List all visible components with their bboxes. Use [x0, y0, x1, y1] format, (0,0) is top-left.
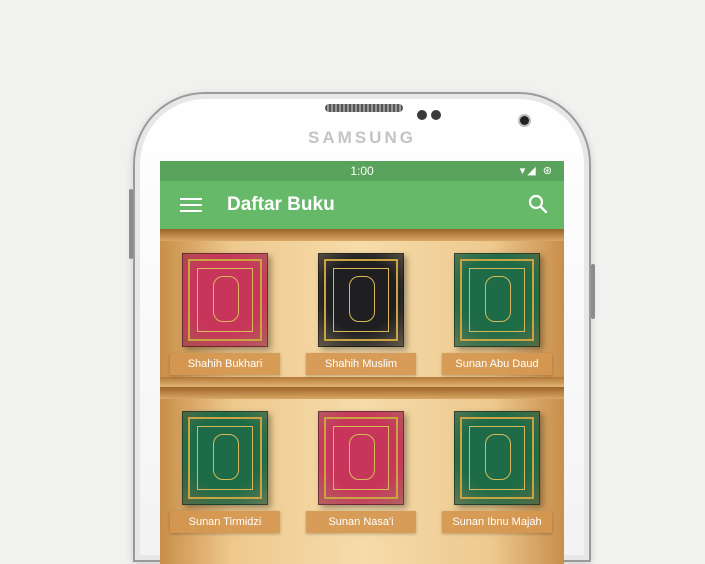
app-screen: 1:00 ▾◢ ⊛ Daftar Buku Shahih Bukhari Sha… — [160, 161, 564, 564]
bookshelf-row-1: Shahih Bukhari Shahih Muslim Sunan Abu D… — [160, 229, 564, 387]
volume-button — [129, 189, 133, 259]
book-title: Sunan Abu Daud — [442, 353, 552, 375]
book-item[interactable]: Sunan Abu Daud — [442, 253, 552, 375]
power-button — [591, 264, 595, 319]
status-icons: ▾◢ ⊛ — [519, 165, 554, 177]
status-time: 1:00 — [350, 164, 374, 178]
device-brand: SAMSUNG — [308, 128, 416, 147]
proximity-sensor — [417, 110, 427, 120]
book-cover — [454, 253, 540, 347]
book-item[interactable]: Shahih Bukhari — [170, 253, 280, 375]
earpiece-speaker — [325, 104, 403, 112]
app-bar: Daftar Buku — [160, 181, 564, 229]
book-title: Sunan Nasa'i — [306, 511, 416, 533]
menu-icon[interactable] — [180, 198, 202, 212]
search-icon[interactable] — [528, 194, 548, 214]
book-cover — [318, 411, 404, 505]
book-title: Sunan Ibnu Majah — [442, 511, 552, 533]
phone-frame: SAMSUNG 1:00 ▾◢ ⊛ Daftar Buku Shahih Buk… — [129, 92, 595, 564]
book-item[interactable]: Sunan Tirmidzi — [170, 411, 280, 533]
bookshelf-row-2: Sunan Tirmidzi Sunan Nasa'i Sunan Ibnu M… — [160, 387, 564, 564]
book-item[interactable]: Shahih Muslim — [306, 253, 416, 375]
book-title: Sunan Tirmidzi — [170, 511, 280, 533]
book-item[interactable]: Sunan Nasa'i — [306, 411, 416, 533]
page-title: Daftar Buku — [227, 194, 335, 215]
front-camera — [520, 116, 529, 125]
book-cover — [318, 253, 404, 347]
book-cover — [182, 411, 268, 505]
book-cover — [182, 253, 268, 347]
status-bar: 1:00 ▾◢ ⊛ — [160, 161, 564, 181]
book-item[interactable]: Sunan Ibnu Majah — [442, 411, 552, 533]
light-sensor — [431, 110, 441, 120]
book-title: Shahih Bukhari — [170, 353, 280, 375]
book-cover — [454, 411, 540, 505]
book-title: Shahih Muslim — [306, 353, 416, 375]
